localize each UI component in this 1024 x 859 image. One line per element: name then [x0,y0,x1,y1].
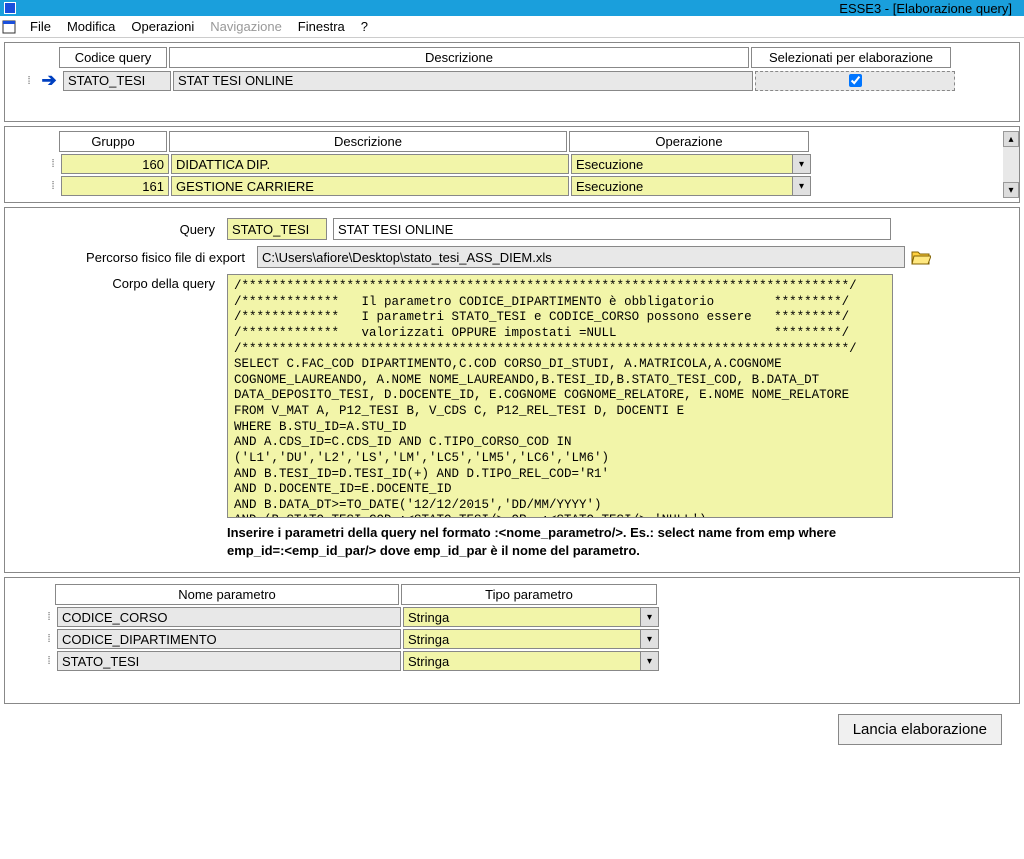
query-hint: Inserire i parametri della query nel for… [227,518,893,560]
menu-navigazione[interactable]: Navigazione [202,17,290,36]
header-param-name: Nome parametro [55,584,399,605]
row-handle[interactable]: ⁞ [47,158,59,170]
row-handle[interactable]: ⁞ [43,655,55,667]
label-export: Percorso fisico file di export [21,250,251,265]
param-type-dropdown-btn[interactable]: ▾ [641,651,659,671]
param-type-value: Stringa [403,629,641,649]
titlebar: ESSE3 - [Elaborazione query] [0,0,1024,16]
label-body: Corpo della query [21,274,221,291]
row-handle[interactable]: ⁞ [43,633,55,645]
menubar: File Modifica Operazioni Navigazione Fin… [0,16,1024,38]
folder-open-icon[interactable] [911,248,931,266]
cell-descrizione[interactable]: STAT TESI ONLINE [173,71,753,91]
input-export-path[interactable] [257,246,905,268]
group-row: ⁞ 161 GESTIONE CARRIERE Esecuzione ▾ [47,176,997,196]
cell-gruppo[interactable]: 160 [61,154,169,174]
label-query: Query [21,222,221,237]
menu-modifica[interactable]: Modifica [59,17,123,36]
group-row: ⁞ 160 DIDATTICA DIP. Esecuzione ▾ [47,154,997,174]
row-handle[interactable]: ⁞ [23,75,35,87]
cell-param-type[interactable]: Stringa ▾ [403,629,659,649]
cell-operazione[interactable]: Esecuzione ▾ [571,154,811,174]
operazione-value: Esecuzione [571,176,793,196]
cell-param-name[interactable]: CODICE_CORSO [57,607,401,627]
operazione-value: Esecuzione [571,154,793,174]
current-row-arrow-icon: ➔ [37,70,61,91]
param-type-dropdown-btn[interactable]: ▾ [641,629,659,649]
cell-gr-desc[interactable]: DIDATTICA DIP. [171,154,569,174]
param-row: ⁞ STATO_TESI Stringa ▾ [43,651,1009,671]
form-icon [2,20,16,34]
query-body-textarea[interactable]: /***************************************… [227,274,893,518]
header-gr-desc: Descrizione [169,131,567,152]
query-grid-section: Codice query Descrizione Selezionati per… [4,42,1020,122]
header-descrizione: Descrizione [169,47,749,68]
cell-param-type[interactable]: Stringa ▾ [403,607,659,627]
header-selezionati: Selezionati per elaborazione [751,47,951,68]
cell-codice-query[interactable]: STATO_TESI [63,71,171,91]
row-handle[interactable]: ⁞ [47,180,59,192]
param-type-dropdown-btn[interactable]: ▾ [641,607,659,627]
input-query-code[interactable] [227,218,327,240]
header-operazione: Operazione [569,131,809,152]
cell-param-type[interactable]: Stringa ▾ [403,651,659,671]
header-gruppo: Gruppo [59,131,167,152]
cell-selezionati[interactable] [755,71,955,91]
cell-param-name[interactable]: STATO_TESI [57,651,401,671]
param-type-value: Stringa [403,607,641,627]
row-handle[interactable]: ⁞ [43,611,55,623]
cell-param-name[interactable]: CODICE_DIPARTIMENTO [57,629,401,649]
cell-operazione[interactable]: Esecuzione ▾ [571,176,811,196]
menu-operazioni[interactable]: Operazioni [123,17,202,36]
cell-gruppo[interactable]: 161 [61,176,169,196]
group-grid-section: Gruppo Descrizione Operazione ⁞ 160 DIDA… [4,126,1020,203]
param-type-value: Stringa [403,651,641,671]
operazione-dropdown-btn[interactable]: ▾ [793,154,811,174]
param-row: ⁞ CODICE_CORSO Stringa ▾ [43,607,1009,627]
query-form-section: Query Percorso fisico file di export Cor… [4,207,1020,573]
scroll-track[interactable] [1003,147,1019,182]
lancia-elaborazione-button[interactable]: Lancia elaborazione [838,714,1002,745]
cell-gr-desc[interactable]: GESTIONE CARRIERE [171,176,569,196]
menu-file[interactable]: File [22,17,59,36]
header-param-type: Tipo parametro [401,584,657,605]
param-row: ⁞ CODICE_DIPARTIMENTO Stringa ▾ [43,629,1009,649]
header-codice-query: Codice query [59,47,167,68]
app-icon [4,2,16,14]
input-query-desc[interactable] [333,218,891,240]
operazione-dropdown-btn[interactable]: ▾ [793,176,811,196]
window-title: ESSE3 - [Elaborazione query] [839,1,1020,16]
menu-help[interactable]: ? [353,17,376,36]
menu-finestra[interactable]: Finestra [290,17,353,36]
params-section: Nome parametro Tipo parametro ⁞ CODICE_C… [4,577,1020,704]
selezionati-checkbox[interactable] [849,74,862,87]
scroll-down-btn[interactable]: ▾ [1003,182,1019,198]
scroll-up-btn[interactable]: ▴ [1003,131,1019,147]
group-scrollbar[interactable]: ▴ ▾ [1003,131,1019,198]
